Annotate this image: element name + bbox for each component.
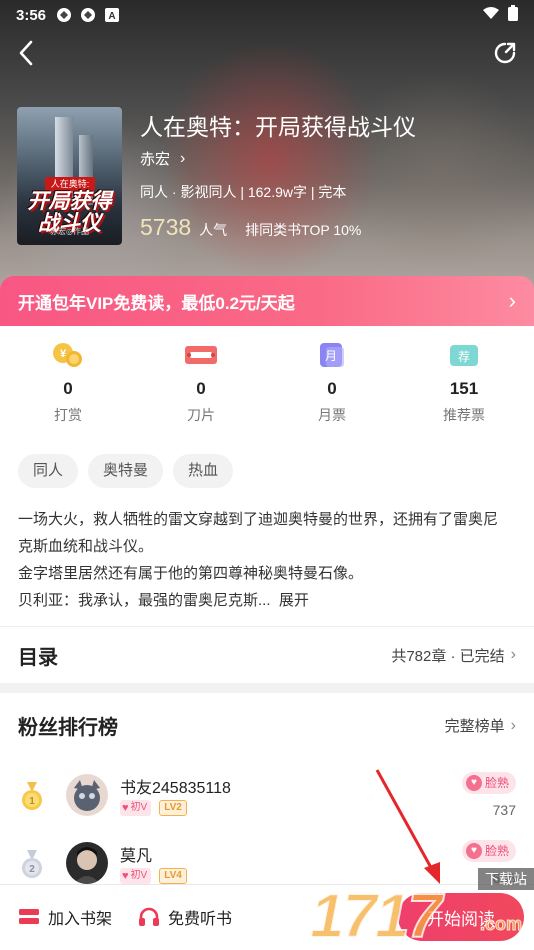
svg-text:月: 月 bbox=[325, 349, 337, 363]
level-badge: LV4 bbox=[159, 868, 187, 884]
stat-label: 刀片 bbox=[187, 407, 215, 423]
stat-label: 推荐票 bbox=[443, 407, 485, 423]
svg-text:2: 2 bbox=[29, 864, 35, 875]
stat-value: 0 bbox=[327, 379, 337, 398]
fan-name: 书友245835118 bbox=[120, 780, 231, 797]
level-badge: LV2 bbox=[159, 800, 187, 816]
tag-chip[interactable]: 同人 bbox=[18, 454, 79, 488]
popularity-row: 5738 人气 排同类书TOP 10% bbox=[140, 214, 361, 241]
heart-icon: ♥ bbox=[122, 802, 129, 814]
free-listen-button[interactable]: 免费听书 bbox=[138, 905, 232, 929]
book-cover[interactable]: 人在奥特: 开局获得 战斗仪 赤宏◎作品 bbox=[17, 107, 122, 245]
bookshelf-icon bbox=[18, 906, 40, 928]
app-icon-1 bbox=[56, 7, 72, 23]
expand-link[interactable]: 展开 bbox=[279, 592, 309, 609]
fans-header: 粉丝排行榜 完整榜单 › bbox=[18, 711, 516, 740]
stat-value: 0 bbox=[63, 379, 73, 398]
description-line: 贝利亚：我承认，最强的雷奥尼克斯... 展开 bbox=[18, 592, 309, 609]
battery-icon bbox=[508, 5, 518, 25]
stats-row: ¥ 0 打赏 0 刀片 月 0 月票 荐 151 推荐票 bbox=[0, 340, 534, 430]
vip-banner-text: 开通包年VIP免费读，最低0.2元/天起 bbox=[18, 293, 295, 313]
toc-summary: 共782章 · 已完结 › bbox=[391, 646, 516, 665]
description-line: 克斯血统和战斗仪。 bbox=[18, 538, 154, 555]
svg-text:荐: 荐 bbox=[458, 350, 470, 364]
author-link[interactable]: 赤宏 › bbox=[140, 148, 185, 169]
chevron-right-icon: › bbox=[510, 646, 516, 663]
tag-chip[interactable]: 奥特曼 bbox=[88, 454, 164, 488]
stat-label: 打赏 bbox=[54, 407, 82, 423]
stat-monthly-ticket[interactable]: 月 0 月票 bbox=[282, 340, 382, 425]
stat-value: 0 bbox=[196, 379, 206, 398]
share-icon bbox=[494, 42, 516, 64]
full-ranking-link[interactable]: 完整榜单 › bbox=[445, 715, 516, 736]
rank-text: 排同类书TOP 10% bbox=[245, 222, 362, 238]
toc-title: 目录 bbox=[18, 646, 58, 669]
app-icon-2 bbox=[80, 7, 96, 23]
chevron-right-icon: › bbox=[180, 149, 186, 167]
stat-blade[interactable]: 0 刀片 bbox=[151, 340, 251, 425]
popularity-value: 5738 bbox=[140, 214, 192, 240]
stat-reward[interactable]: ¥ 0 打赏 bbox=[18, 340, 118, 425]
chevron-right-icon: › bbox=[508, 288, 516, 313]
fan-badges: ♥ 初V LV2 bbox=[120, 800, 187, 816]
silver-medal-icon: 2 bbox=[20, 850, 44, 880]
tag-list: 同人 奥特曼 热血 bbox=[18, 454, 234, 488]
description-line: 金字塔里居然还有属于他的第四尊神秘奥特曼石像。 bbox=[18, 565, 364, 582]
coin-icon: ¥ bbox=[51, 340, 85, 370]
a-icon: A bbox=[104, 7, 120, 23]
avatar[interactable] bbox=[66, 774, 108, 816]
cover-author: 赤宏◎作品 bbox=[50, 227, 89, 236]
book-description: 一场大火，救人牺牲的雷文穿越到了迪迦奥特曼的世界，还拥有了雷奥尼 克斯血统和战斗… bbox=[18, 506, 522, 614]
free-listen-label: 免费听书 bbox=[168, 911, 233, 928]
familiarity-badge: ♥ 脸熟 bbox=[461, 840, 516, 862]
chevron-right-icon: › bbox=[510, 716, 516, 734]
status-bar: 3:56 A bbox=[0, 0, 534, 30]
fans-title: 粉丝排行榜 bbox=[18, 717, 118, 739]
svg-text:1: 1 bbox=[29, 796, 35, 807]
author-name: 赤宏 bbox=[140, 151, 171, 168]
fan-score: 737 bbox=[492, 802, 516, 818]
vip-badge: ♥ 初V bbox=[120, 800, 152, 816]
add-to-shelf-label: 加入书架 bbox=[48, 911, 113, 928]
book-title: 人在奥特：开局获得战斗仪 bbox=[140, 114, 416, 140]
book-info-card: ¥ 0 打赏 0 刀片 月 0 月票 荐 151 推荐票 同人 奥特曼 热血 一… bbox=[0, 326, 534, 626]
wifi-icon bbox=[482, 6, 500, 24]
book-meta: 同人 · 影视同人 | 162.9w字 | 完本 bbox=[140, 184, 347, 200]
popularity-label: 人气 bbox=[199, 222, 228, 238]
recommend-ticket-icon: 荐 bbox=[447, 340, 481, 370]
avatar[interactable] bbox=[66, 842, 108, 884]
gold-medal-icon: 1 bbox=[20, 782, 44, 812]
blade-icon bbox=[184, 340, 218, 370]
add-to-shelf-button[interactable]: 加入书架 bbox=[18, 905, 112, 929]
heart-icon: ♥ bbox=[465, 843, 482, 859]
back-arrow-icon bbox=[19, 40, 33, 66]
description-line: 一场大火，救人牺牲的雷文穿越到了迪迦奥特曼的世界，还拥有了雷奥尼 bbox=[18, 511, 499, 528]
status-time: 3:56 bbox=[16, 6, 47, 24]
vip-banner[interactable]: 开通包年VIP免费读，最低0.2元/天起 › bbox=[0, 276, 534, 326]
monthly-ticket-icon: 月 bbox=[315, 340, 349, 370]
stat-recommend-ticket[interactable]: 荐 151 推荐票 bbox=[414, 340, 514, 425]
heart-icon: ♥ bbox=[465, 775, 482, 791]
vip-badge: ♥ 初V bbox=[120, 868, 152, 884]
cover-tag: 人在奥特: bbox=[45, 177, 95, 191]
top-nav bbox=[0, 34, 534, 74]
share-button[interactable] bbox=[488, 36, 522, 70]
familiarity-badge: ♥ 脸熟 bbox=[461, 772, 516, 794]
fans-ranking-card: 粉丝排行榜 完整榜单 › 1 书友245835118 ♥ 初V LV2 ♥ 脸熟 7… bbox=[0, 693, 534, 893]
fan-name: 莫凡 bbox=[120, 848, 153, 865]
bottom-action-bar: 加入书架 免费听书 开始阅读 bbox=[0, 884, 534, 950]
svg-text:¥: ¥ bbox=[60, 348, 67, 360]
tag-chip[interactable]: 热血 bbox=[173, 454, 234, 488]
start-reading-button[interactable]: 开始阅读 bbox=[398, 893, 524, 941]
headphones-icon bbox=[138, 906, 160, 928]
stat-value: 151 bbox=[449, 379, 479, 398]
svg-text:A: A bbox=[108, 11, 115, 22]
table-of-contents-row[interactable]: 目录 共782章 · 已完结 › bbox=[0, 627, 534, 683]
heart-icon: ♥ bbox=[122, 870, 129, 882]
fan-row[interactable]: 1 书友245835118 ♥ 初V LV2 ♥ 脸熟 737 bbox=[0, 768, 534, 828]
stat-label: 月票 bbox=[318, 407, 346, 423]
back-button[interactable] bbox=[10, 36, 42, 70]
fan-badges: ♥ 初V LV4 bbox=[120, 868, 187, 884]
